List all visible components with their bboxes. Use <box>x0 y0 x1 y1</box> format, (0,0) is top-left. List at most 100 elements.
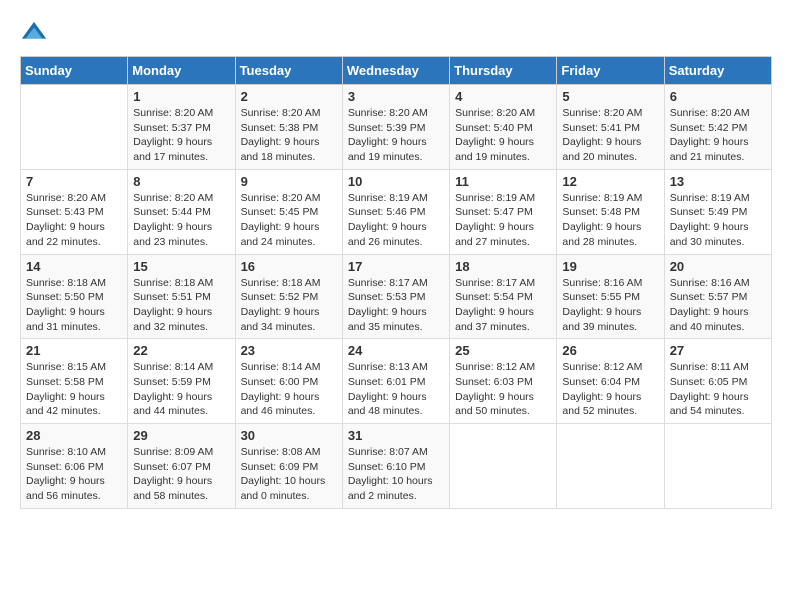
day-info: Sunrise: 8:16 AMSunset: 5:55 PMDaylight:… <box>562 276 658 335</box>
day-info: Sunrise: 8:18 AMSunset: 5:50 PMDaylight:… <box>26 276 122 335</box>
page-header <box>20 20 772 48</box>
day-info: Sunrise: 8:20 AMSunset: 5:38 PMDaylight:… <box>241 106 337 165</box>
day-number: 10 <box>348 174 444 189</box>
days-header-row: SundayMondayTuesdayWednesdayThursdayFrid… <box>21 57 772 85</box>
day-number: 14 <box>26 259 122 274</box>
day-info: Sunrise: 8:14 AMSunset: 5:59 PMDaylight:… <box>133 360 229 419</box>
day-info: Sunrise: 8:20 AMSunset: 5:40 PMDaylight:… <box>455 106 551 165</box>
day-cell: 2 Sunrise: 8:20 AMSunset: 5:38 PMDaylight… <box>235 85 342 170</box>
day-info: Sunrise: 8:07 AMSunset: 6:10 PMDaylight:… <box>348 445 444 504</box>
day-info: Sunrise: 8:17 AMSunset: 5:54 PMDaylight:… <box>455 276 551 335</box>
header-cell-sunday: Sunday <box>21 57 128 85</box>
day-cell: 30 Sunrise: 8:08 AMSunset: 6:09 PMDayligh… <box>235 424 342 509</box>
day-info: Sunrise: 8:12 AMSunset: 6:03 PMDaylight:… <box>455 360 551 419</box>
day-cell: 12 Sunrise: 8:19 AMSunset: 5:48 PMDayligh… <box>557 169 664 254</box>
day-number: 2 <box>241 89 337 104</box>
day-info: Sunrise: 8:20 AMSunset: 5:45 PMDaylight:… <box>241 191 337 250</box>
day-number: 18 <box>455 259 551 274</box>
day-info: Sunrise: 8:20 AMSunset: 5:41 PMDaylight:… <box>562 106 658 165</box>
day-number: 23 <box>241 343 337 358</box>
day-cell: 31 Sunrise: 8:07 AMSunset: 6:10 PMDayligh… <box>342 424 449 509</box>
day-info: Sunrise: 8:20 AMSunset: 5:44 PMDaylight:… <box>133 191 229 250</box>
day-info: Sunrise: 8:19 AMSunset: 5:48 PMDaylight:… <box>562 191 658 250</box>
day-number: 30 <box>241 428 337 443</box>
day-info: Sunrise: 8:19 AMSunset: 5:47 PMDaylight:… <box>455 191 551 250</box>
day-number: 25 <box>455 343 551 358</box>
day-info: Sunrise: 8:19 AMSunset: 5:46 PMDaylight:… <box>348 191 444 250</box>
day-info: Sunrise: 8:17 AMSunset: 5:53 PMDaylight:… <box>348 276 444 335</box>
day-info: Sunrise: 8:10 AMSunset: 6:06 PMDaylight:… <box>26 445 122 504</box>
day-cell: 22 Sunrise: 8:14 AMSunset: 5:59 PMDayligh… <box>128 339 235 424</box>
day-cell <box>664 424 771 509</box>
day-number: 28 <box>26 428 122 443</box>
header-cell-friday: Friday <box>557 57 664 85</box>
day-cell: 13Sunrise: 8:19 AMSunset: 5:49 PMDayligh… <box>664 169 771 254</box>
day-number: 24 <box>348 343 444 358</box>
day-info: Sunrise: 8:09 AMSunset: 6:07 PMDaylight:… <box>133 445 229 504</box>
header-cell-thursday: Thursday <box>450 57 557 85</box>
header-cell-saturday: Saturday <box>664 57 771 85</box>
day-cell: 9 Sunrise: 8:20 AMSunset: 5:45 PMDaylight… <box>235 169 342 254</box>
day-info: Sunrise: 8:15 AMSunset: 5:58 PMDaylight:… <box>26 360 122 419</box>
day-cell: 24 Sunrise: 8:13 AMSunset: 6:01 PMDayligh… <box>342 339 449 424</box>
day-number: 22 <box>133 343 229 358</box>
day-number: 26 <box>562 343 658 358</box>
day-cell: 25 Sunrise: 8:12 AMSunset: 6:03 PMDayligh… <box>450 339 557 424</box>
day-cell: 3Sunrise: 8:20 AMSunset: 5:39 PMDaylight… <box>342 85 449 170</box>
day-number: 21 <box>26 343 122 358</box>
day-cell: 8 Sunrise: 8:20 AMSunset: 5:44 PMDaylight… <box>128 169 235 254</box>
day-cell <box>21 85 128 170</box>
day-number: 6 <box>670 89 766 104</box>
header-cell-monday: Monday <box>128 57 235 85</box>
day-cell: 6Sunrise: 8:20 AMSunset: 5:42 PMDaylight… <box>664 85 771 170</box>
header-cell-wednesday: Wednesday <box>342 57 449 85</box>
day-number: 12 <box>562 174 658 189</box>
day-number: 8 <box>133 174 229 189</box>
day-cell: 5 Sunrise: 8:20 AMSunset: 5:41 PMDaylight… <box>557 85 664 170</box>
day-info: Sunrise: 8:16 AMSunset: 5:57 PMDaylight:… <box>670 276 766 335</box>
day-number: 17 <box>348 259 444 274</box>
day-cell: 11 Sunrise: 8:19 AMSunset: 5:47 PMDayligh… <box>450 169 557 254</box>
day-number: 9 <box>241 174 337 189</box>
day-cell: 19 Sunrise: 8:16 AMSunset: 5:55 PMDayligh… <box>557 254 664 339</box>
day-number: 20 <box>670 259 766 274</box>
day-cell: 27Sunrise: 8:11 AMSunset: 6:05 PMDayligh… <box>664 339 771 424</box>
day-cell: 28 Sunrise: 8:10 AMSunset: 6:06 PMDayligh… <box>21 424 128 509</box>
day-info: Sunrise: 8:19 AMSunset: 5:49 PMDaylight:… <box>670 191 766 250</box>
logo <box>20 20 52 48</box>
day-number: 1 <box>133 89 229 104</box>
day-number: 5 <box>562 89 658 104</box>
day-cell: 21 Sunrise: 8:15 AMSunset: 5:58 PMDayligh… <box>21 339 128 424</box>
day-cell <box>450 424 557 509</box>
day-cell: 18 Sunrise: 8:17 AMSunset: 5:54 PMDayligh… <box>450 254 557 339</box>
day-cell: 26Sunrise: 8:12 AMSunset: 6:04 PMDayligh… <box>557 339 664 424</box>
day-cell: 10 Sunrise: 8:19 AMSunset: 5:46 PMDayligh… <box>342 169 449 254</box>
week-row-5: 28 Sunrise: 8:10 AMSunset: 6:06 PMDayligh… <box>21 424 772 509</box>
day-number: 31 <box>348 428 444 443</box>
day-info: Sunrise: 8:08 AMSunset: 6:09 PMDaylight:… <box>241 445 337 504</box>
calendar-table: SundayMondayTuesdayWednesdayThursdayFrid… <box>20 56 772 509</box>
week-row-2: 7Sunrise: 8:20 AMSunset: 5:43 PMDaylight… <box>21 169 772 254</box>
day-cell: 17 Sunrise: 8:17 AMSunset: 5:53 PMDayligh… <box>342 254 449 339</box>
day-info: Sunrise: 8:18 AMSunset: 5:51 PMDaylight:… <box>133 276 229 335</box>
day-info: Sunrise: 8:11 AMSunset: 6:05 PMDaylight:… <box>670 360 766 419</box>
day-cell: 14 Sunrise: 8:18 AMSunset: 5:50 PMDayligh… <box>21 254 128 339</box>
day-info: Sunrise: 8:14 AMSunset: 6:00 PMDaylight:… <box>241 360 337 419</box>
day-number: 16 <box>241 259 337 274</box>
day-number: 19 <box>562 259 658 274</box>
day-info: Sunrise: 8:20 AMSunset: 5:43 PMDaylight:… <box>26 191 122 250</box>
week-row-3: 14 Sunrise: 8:18 AMSunset: 5:50 PMDayligh… <box>21 254 772 339</box>
logo-icon <box>20 20 48 48</box>
day-number: 11 <box>455 174 551 189</box>
day-cell: 15Sunrise: 8:18 AMSunset: 5:51 PMDayligh… <box>128 254 235 339</box>
header-cell-tuesday: Tuesday <box>235 57 342 85</box>
day-cell: 16Sunrise: 8:18 AMSunset: 5:52 PMDayligh… <box>235 254 342 339</box>
day-cell: 7Sunrise: 8:20 AMSunset: 5:43 PMDaylight… <box>21 169 128 254</box>
day-number: 4 <box>455 89 551 104</box>
day-cell: 1 Sunrise: 8:20 AMSunset: 5:37 PMDaylight… <box>128 85 235 170</box>
day-cell: 4 Sunrise: 8:20 AMSunset: 5:40 PMDaylight… <box>450 85 557 170</box>
day-info: Sunrise: 8:20 AMSunset: 5:37 PMDaylight:… <box>133 106 229 165</box>
day-cell: 20 Sunrise: 8:16 AMSunset: 5:57 PMDayligh… <box>664 254 771 339</box>
day-info: Sunrise: 8:13 AMSunset: 6:01 PMDaylight:… <box>348 360 444 419</box>
week-row-1: 1 Sunrise: 8:20 AMSunset: 5:37 PMDaylight… <box>21 85 772 170</box>
